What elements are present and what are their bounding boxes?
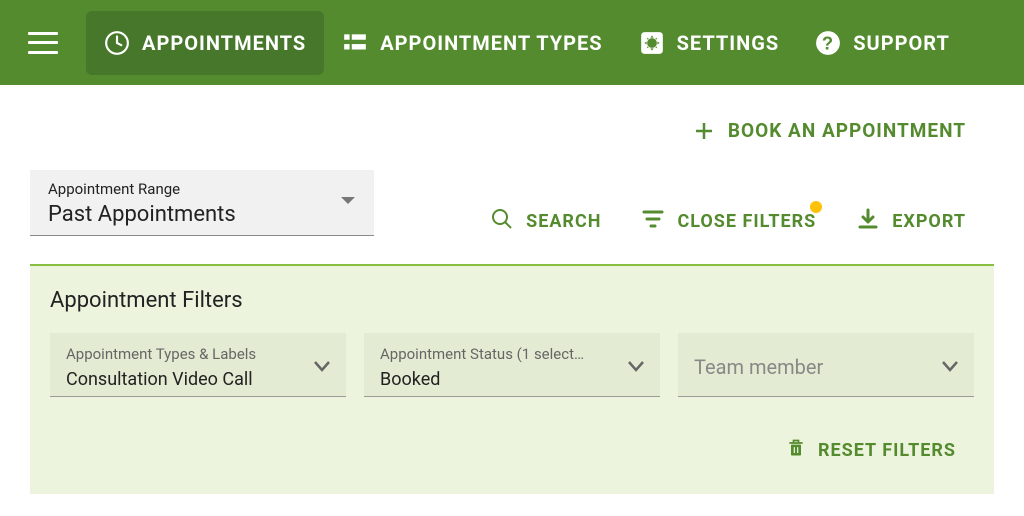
hamburger-menu-icon[interactable] <box>28 32 58 54</box>
clock-icon <box>104 30 130 56</box>
search-button[interactable]: SEARCH <box>490 207 601 236</box>
nav-label: APPOINTMENTS <box>142 31 306 55</box>
close-filters-label: CLOSE FILTERS <box>677 211 816 232</box>
filter-icon <box>641 207 665 236</box>
search-label: SEARCH <box>526 211 601 232</box>
plus-icon <box>694 121 714 141</box>
nav-support[interactable]: ? SUPPORT <box>797 11 968 75</box>
filters-panel: Appointment Filters Appointment Types & … <box>30 264 994 494</box>
nav-label: SETTINGS <box>677 31 780 55</box>
top-nav: APPOINTMENTS APPOINTMENT TYPES SETTINGS … <box>0 0 1024 85</box>
nav-settings[interactable]: SETTINGS <box>621 11 798 75</box>
filter-label: Appointment Status (1 select… <box>380 345 606 363</box>
filter-team-member-select[interactable]: Team member <box>678 333 974 397</box>
trash-icon <box>786 437 806 464</box>
chevron-down-icon <box>340 192 356 211</box>
nav-label: APPOINTMENT TYPES <box>380 31 602 55</box>
chevron-down-icon <box>314 357 330 376</box>
nav-label: SUPPORT <box>853 31 950 55</box>
close-filters-button[interactable]: CLOSE FILTERS <box>641 207 816 236</box>
search-icon <box>490 207 514 236</box>
nav-appointments[interactable]: APPOINTMENTS <box>86 11 324 75</box>
range-label: Appointment Range <box>48 180 360 198</box>
filter-appointment-status-select[interactable]: Appointment Status (1 select… Booked <box>364 333 660 397</box>
nav-appointment-types[interactable]: APPOINTMENT TYPES <box>324 11 620 75</box>
svg-text:?: ? <box>822 32 834 53</box>
gear-icon <box>639 30 665 56</box>
filter-value: Consultation Video Call <box>66 369 332 390</box>
filters-title: Appointment Filters <box>50 288 974 313</box>
appointment-range-select[interactable]: Appointment Range Past Appointments <box>30 170 374 236</box>
filter-appointment-types-select[interactable]: Appointment Types & Labels Consultation … <box>50 333 346 397</box>
chevron-down-icon <box>628 357 644 376</box>
book-appointment-button[interactable]: BOOK AN APPOINTMENT <box>694 119 966 142</box>
book-label: BOOK AN APPOINTMENT <box>728 119 966 142</box>
chevron-down-icon <box>942 357 958 376</box>
download-icon <box>856 207 880 236</box>
export-button[interactable]: EXPORT <box>856 207 966 236</box>
reset-label: RESET FILTERS <box>818 440 956 461</box>
filter-badge-dot <box>810 201 822 213</box>
reset-filters-button[interactable]: RESET FILTERS <box>786 437 956 464</box>
filter-placeholder: Team member <box>694 355 960 379</box>
help-icon: ? <box>815 30 841 56</box>
filter-label: Appointment Types & Labels <box>66 345 292 363</box>
filter-value: Booked <box>380 369 646 390</box>
grid-icon <box>342 30 368 56</box>
export-label: EXPORT <box>892 211 966 232</box>
toolbar: SEARCH CLOSE FILTERS EXPORT <box>490 207 966 236</box>
range-value: Past Appointments <box>48 202 360 227</box>
